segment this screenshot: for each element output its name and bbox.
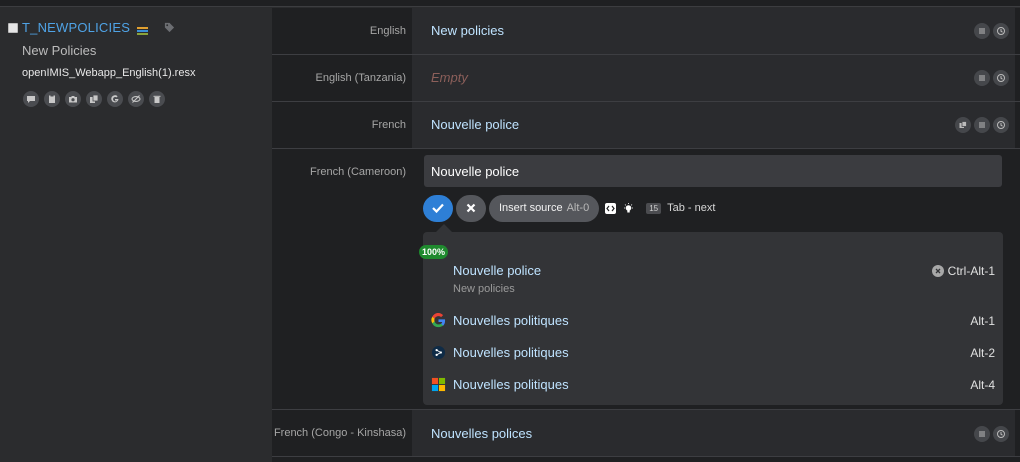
language-label: French [371, 119, 406, 131]
check-icon [432, 203, 444, 213]
tab-next-hint: Tab - next [667, 202, 716, 214]
tm-hotkey-label: Ctrl-Alt-1 [947, 264, 995, 278]
translation-editor[interactable]: Nouvelle police [424, 155, 1002, 187]
key-panel: T_NEWPOLICIES New Policies openIMIS_Weba… [0, 8, 271, 462]
mt-suggestion-google[interactable]: Nouvelles politiques [431, 313, 569, 328]
mt-suggestion-text: Nouvelles politiques [453, 377, 569, 392]
close-icon [466, 203, 476, 213]
translation-text: Nouvelles polices [431, 426, 533, 441]
code-icon[interactable] [605, 202, 617, 214]
editor-text[interactable]: Nouvelle police [431, 164, 519, 179]
language-label: English [369, 25, 406, 37]
mt-suggestion-deepl[interactable]: Nouvelles politiques [431, 345, 569, 360]
key-tools [23, 91, 165, 107]
language-label: French (Congo - Kinshasa) [273, 427, 406, 439]
tm-source: New policies [453, 283, 515, 295]
dropdown-caret [436, 224, 452, 232]
insert-source-hotkey: Alt-0 [566, 202, 590, 214]
key-name[interactable]: T_NEWPOLICIES [22, 20, 130, 35]
insert-source-button[interactable]: Insert source Alt-0 [489, 194, 600, 222]
translation-row-english: English New policies [272, 8, 1020, 55]
translation-text: Nouvelle police [431, 117, 520, 132]
trash-icon[interactable] [149, 91, 165, 107]
tag-icon[interactable] [164, 22, 175, 33]
comment-icon[interactable] [23, 91, 39, 107]
file-name: openIMIS_Webapp_English(1).resx [22, 67, 196, 79]
mt-suggestion-text: Nouvelles politiques [453, 313, 569, 328]
camera-icon[interactable] [65, 91, 81, 107]
translation-cell[interactable]: Empty [412, 55, 1015, 101]
list-icon[interactable] [974, 70, 990, 86]
row-actions [974, 426, 1009, 442]
row-actions [955, 117, 1009, 133]
translation-cell[interactable]: Nouvelles polices [412, 410, 1015, 456]
select-checkbox[interactable] [8, 22, 18, 33]
list-icon[interactable] [974, 117, 990, 133]
top-border [0, 0, 1020, 7]
history-icon[interactable] [993, 70, 1009, 86]
list-icon[interactable] [974, 23, 990, 39]
tm-hotkey: Ctrl-Alt-1 [931, 264, 995, 278]
clipboard-icon[interactable] [44, 91, 60, 107]
suggestion-count-badge: 15 [646, 202, 662, 214]
lightbulb-icon[interactable] [623, 202, 634, 214]
translation-text: New policies [431, 23, 504, 38]
row-actions [974, 23, 1009, 39]
google-icon[interactable] [107, 91, 123, 107]
mt-suggestion-microsoft[interactable]: Nouvelles politiques [431, 377, 569, 392]
suggestions-panel: 100% Nouvelle police New policies Ctrl-A… [419, 232, 1003, 405]
cancel-button[interactable] [456, 194, 486, 222]
language-label: French (Cameroon) [310, 166, 406, 178]
deepl-icon [431, 345, 446, 360]
editor-toolbar: Insert source Alt-0 15 Tab - next [423, 194, 715, 222]
history-icon[interactable] [993, 23, 1009, 39]
mt-hotkey: Alt-1 [970, 314, 995, 328]
insert-source-label: Insert source [499, 202, 563, 214]
copy-icon[interactable] [955, 117, 971, 133]
google-icon [431, 313, 446, 328]
match-badge: 100% [419, 245, 449, 259]
translation-row-english-tanzania: English (Tanzania) Empty [272, 55, 1020, 102]
layers-icon [137, 23, 149, 35]
mt-hotkey: Alt-2 [970, 346, 995, 360]
empty-placeholder: Empty [431, 70, 468, 85]
key-header: T_NEWPOLICIES [8, 20, 175, 35]
copy-icon[interactable] [86, 91, 102, 107]
translation-cell[interactable]: New policies [412, 8, 1015, 54]
remove-icon[interactable] [931, 265, 944, 277]
source-text: New Policies [22, 43, 97, 58]
translation-row-french: French Nouvelle police [272, 102, 1020, 149]
row-actions [974, 70, 1009, 86]
list-icon[interactable] [974, 426, 990, 442]
translation-row-french-congo: French (Congo - Kinshasa) Nouvelles poli… [272, 410, 1020, 457]
mt-hotkey: Alt-4 [970, 378, 995, 392]
microsoft-icon [431, 377, 446, 392]
language-label: English (Tanzania) [315, 72, 407, 84]
translations-panel: English New policies English (Tanzania) … [272, 8, 1020, 462]
save-button[interactable] [423, 194, 453, 222]
tm-suggestion[interactable]: Nouvelle police [453, 263, 541, 278]
translation-cell[interactable]: Nouvelle police [412, 102, 1015, 148]
history-icon[interactable] [993, 117, 1009, 133]
hide-icon[interactable] [128, 91, 144, 107]
history-icon[interactable] [993, 426, 1009, 442]
mt-suggestion-text: Nouvelles politiques [453, 345, 569, 360]
